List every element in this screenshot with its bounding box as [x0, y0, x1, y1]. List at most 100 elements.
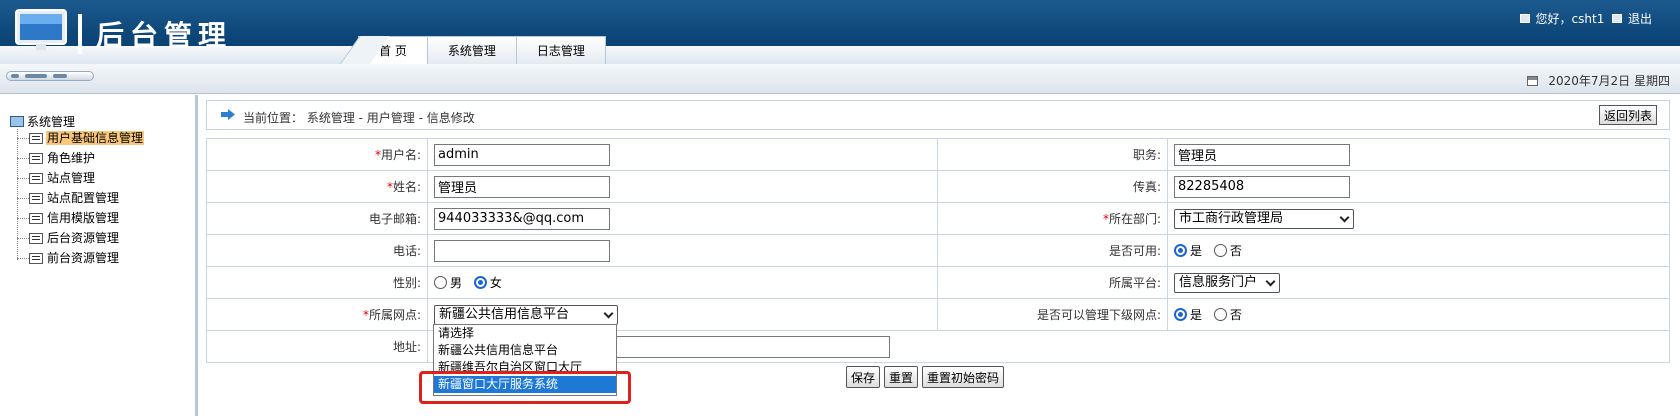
- fax-label: 传真:: [937, 170, 1168, 203]
- sidebar-item-backend-resources[interactable]: 后台资源管理: [17, 229, 120, 247]
- computer-icon: [10, 116, 24, 127]
- sidebar-item-site-config[interactable]: 站点配置管理: [17, 189, 120, 207]
- sidebar-root[interactable]: 系统管理: [10, 113, 75, 130]
- enabled-yes-radio[interactable]: [1174, 244, 1187, 257]
- back-to-list-button[interactable]: 返回列表: [1598, 105, 1657, 125]
- document-icon: [29, 233, 43, 244]
- fax-input[interactable]: [1174, 175, 1350, 198]
- form-row: 电子邮箱: *所在部门: 市工商行政管理局: [206, 202, 1670, 235]
- chevron-down-icon: [603, 308, 614, 318]
- site-dropdown-list: 请选择 新疆公共信用信息平台 新疆维吾尔自治区窗口大厅 新疆窗口大厅服务系统: [433, 324, 617, 396]
- tab-system-management[interactable]: 系统管理: [426, 36, 516, 64]
- form-row: *用户名: 职务:: [206, 138, 1670, 171]
- sidebar-item-label: 角色维护: [47, 151, 96, 165]
- document-icon: [29, 213, 43, 224]
- sub-toolbar: 2020年7月2日 星期四: [0, 64, 1680, 94]
- chevron-down-icon: [1265, 276, 1276, 286]
- sidebar-item-label: 用户基础信息管理: [46, 131, 145, 145]
- save-button[interactable]: 保存: [846, 366, 881, 388]
- document-icon: [29, 173, 43, 184]
- logout-link[interactable]: 退出: [1628, 12, 1652, 26]
- sidebar-item-label: 站点配置管理: [47, 191, 120, 205]
- email-input[interactable]: [434, 207, 610, 230]
- department-select[interactable]: 市工商行政管理局: [1174, 208, 1354, 229]
- sidebar-item-label: 后台资源管理: [47, 231, 120, 245]
- address-label: 地址:: [206, 330, 428, 363]
- phone-label: 电话:: [206, 234, 428, 267]
- sidebar-item-sites[interactable]: 站点管理: [17, 169, 96, 187]
- manage-sub-no-label: 否: [1229, 308, 1242, 322]
- document-icon: [29, 253, 43, 264]
- form-row: *所属网点: 新疆公共信用信息平台 是否可以管理下级网点: 是 否: [206, 298, 1670, 331]
- sidebar: 系统管理 用户基础信息管理 角色维护 站点管理 站点配置管理 信用模版管理 后台…: [0, 95, 198, 416]
- sidebar-root-label: 系统管理: [27, 115, 76, 129]
- dropdown-option[interactable]: 新疆公共信用信息平台: [434, 342, 616, 359]
- breadcrumb: 当前位置： 系统管理 - 用户管理 - 信息修改: [243, 111, 475, 125]
- manage-sub-yes-label: 是: [1190, 308, 1203, 322]
- logo-divider: [78, 14, 82, 54]
- tab-log-management[interactable]: 日志管理: [515, 36, 606, 64]
- user-edit-form: *用户名: 职务: *姓名: 传真: 电子邮箱: *所在部门: 市工商行政管理局…: [206, 138, 1670, 363]
- form-row: 性别: 男 女 所属平台: 信息服务门户: [206, 266, 1670, 299]
- gender-label: 性别:: [206, 266, 428, 299]
- enabled-no-label: 否: [1229, 244, 1242, 258]
- sidebar-item-frontend-resources[interactable]: 前台资源管理: [17, 249, 120, 267]
- manage-sub-label: 是否可以管理下级网点:: [937, 298, 1168, 331]
- sidebar-item-label: 信用模版管理: [47, 211, 120, 225]
- header-bottom-band: [0, 46, 1680, 64]
- username-label: *用户名:: [206, 138, 428, 171]
- arrow-right-icon: [221, 109, 235, 120]
- reset-button[interactable]: 重置: [884, 366, 919, 388]
- gender-male-label: 男: [450, 276, 463, 290]
- greeting-text: 您好，csht1: [1535, 12, 1605, 26]
- user-info: 您好，csht1 退出: [1519, 10, 1652, 27]
- calendar-icon: [1527, 76, 1539, 86]
- main-nav-tabs: 首 页 系统管理 日志管理: [340, 36, 606, 64]
- platform-select[interactable]: 信息服务门户: [1174, 272, 1281, 293]
- logout-icon[interactable]: [1612, 14, 1623, 23]
- sidebar-toggle-handle[interactable]: [6, 71, 94, 81]
- gender-male-radio[interactable]: [434, 276, 447, 289]
- dropdown-option[interactable]: 新疆维吾尔自治区窗口大厅: [434, 359, 616, 376]
- platform-label: 所属平台:: [937, 266, 1168, 299]
- sidebar-item-label: 前台资源管理: [47, 251, 120, 265]
- sidebar-item-templates[interactable]: 信用模版管理: [17, 209, 120, 227]
- form-row: 电话: 是否可用: 是 否: [206, 234, 1670, 267]
- phone-input[interactable]: [434, 239, 610, 262]
- email-label: 电子邮箱:: [206, 202, 428, 235]
- logo-monitor-icon: [10, 6, 72, 56]
- position-label: 职务:: [937, 138, 1168, 171]
- position-input[interactable]: [1174, 143, 1350, 166]
- app-title: 后台管理: [96, 19, 233, 52]
- enabled-label: 是否可用:: [937, 234, 1168, 267]
- chevron-down-icon: [1339, 212, 1350, 222]
- document-icon: [29, 193, 43, 204]
- enabled-yes-label: 是: [1190, 244, 1203, 258]
- username-input[interactable]: [434, 143, 610, 166]
- site-select[interactable]: 新疆公共信用信息平台: [434, 304, 618, 325]
- reset-password-button[interactable]: 重置初始密码: [922, 366, 1005, 388]
- form-actions: 保存 重置 重置初始密码: [846, 366, 1005, 388]
- sidebar-item-label: 站点管理: [47, 171, 96, 185]
- dropdown-option[interactable]: 请选择: [434, 325, 616, 342]
- enabled-no-radio[interactable]: [1213, 244, 1227, 257]
- date-display: 2020年7月2日 星期四: [1527, 72, 1670, 89]
- department-label: *所在部门:: [937, 202, 1168, 235]
- document-icon: [29, 133, 43, 144]
- gender-female-label: 女: [489, 276, 502, 290]
- top-header: 后台管理 您好，csht1 退出 首 页 系统管理 日志管理: [0, 0, 1680, 64]
- dropdown-option-highlighted[interactable]: 新疆窗口大厅服务系统: [434, 376, 616, 393]
- realname-input[interactable]: [434, 175, 610, 198]
- sidebar-item-roles[interactable]: 角色维护: [17, 149, 96, 167]
- date-text: 2020年7月2日 星期四: [1548, 74, 1670, 88]
- site-label: *所属网点:: [206, 298, 428, 331]
- realname-label: *姓名:: [206, 170, 428, 203]
- breadcrumb-bar: 当前位置： 系统管理 - 用户管理 - 信息修改 返回列表: [206, 100, 1670, 130]
- document-icon: [29, 153, 43, 164]
- manage-sub-yes-radio[interactable]: [1174, 308, 1187, 321]
- form-row: *姓名: 传真:: [206, 170, 1670, 203]
- form-row: 地址:: [206, 330, 1670, 363]
- sidebar-item-user-info[interactable]: 用户基础信息管理: [17, 129, 145, 147]
- manage-sub-no-radio[interactable]: [1213, 308, 1227, 321]
- gender-female-radio[interactable]: [473, 276, 487, 289]
